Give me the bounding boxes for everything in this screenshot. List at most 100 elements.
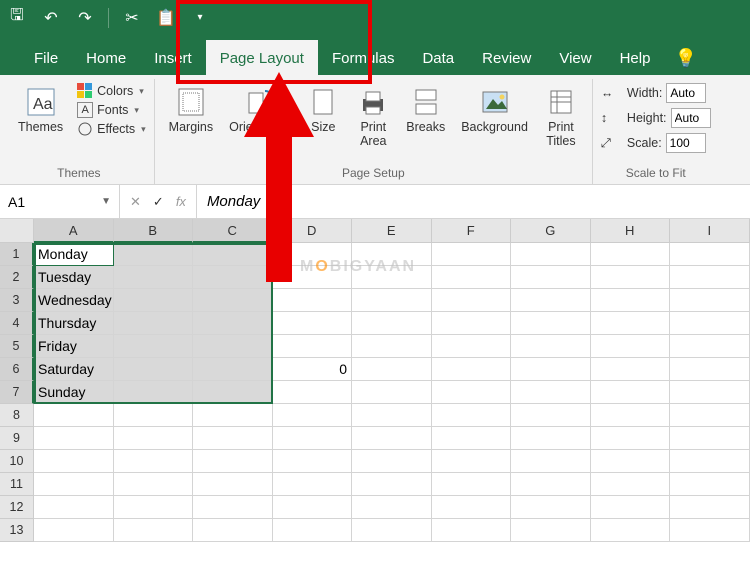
- cell[interactable]: [273, 312, 353, 335]
- row-header[interactable]: 2: [0, 266, 34, 289]
- cell[interactable]: [432, 450, 512, 473]
- cell[interactable]: [670, 243, 750, 266]
- row-header[interactable]: 7: [0, 381, 34, 404]
- cell[interactable]: [670, 450, 750, 473]
- cell[interactable]: [511, 335, 591, 358]
- cell[interactable]: [670, 289, 750, 312]
- tab-page-layout[interactable]: Page Layout: [206, 40, 318, 75]
- column-header[interactable]: E: [352, 219, 432, 243]
- cell[interactable]: [670, 335, 750, 358]
- tab-data[interactable]: Data: [408, 40, 468, 75]
- cell[interactable]: [352, 450, 432, 473]
- column-header[interactable]: H: [591, 219, 671, 243]
- tab-help[interactable]: Help: [606, 40, 665, 75]
- cell[interactable]: [352, 381, 432, 404]
- themes-button[interactable]: Aa Themes: [12, 83, 69, 137]
- cell[interactable]: Friday: [34, 335, 114, 358]
- name-box[interactable]: A1 ▼: [0, 185, 120, 218]
- orientation-button[interactable]: Orientation: [223, 83, 296, 137]
- undo-icon[interactable]: ↶: [40, 7, 62, 29]
- cell[interactable]: [591, 266, 671, 289]
- cell[interactable]: [34, 404, 114, 427]
- cell[interactable]: [273, 519, 353, 542]
- size-button[interactable]: Size: [300, 83, 346, 137]
- redo-icon[interactable]: ↷: [74, 7, 96, 29]
- cell[interactable]: [114, 312, 194, 335]
- cell[interactable]: [352, 404, 432, 427]
- customize-qat-icon[interactable]: ▾: [189, 7, 211, 29]
- cell[interactable]: [432, 427, 512, 450]
- cell[interactable]: [591, 404, 671, 427]
- cell[interactable]: [34, 427, 114, 450]
- cell[interactable]: Sunday: [34, 381, 114, 404]
- cell[interactable]: [352, 335, 432, 358]
- scale-input[interactable]: [666, 133, 706, 153]
- cell[interactable]: [670, 404, 750, 427]
- cell[interactable]: [193, 404, 273, 427]
- cell[interactable]: [193, 312, 273, 335]
- cell[interactable]: [432, 473, 512, 496]
- row-header[interactable]: 8: [0, 404, 34, 427]
- cell[interactable]: [591, 473, 671, 496]
- cell[interactable]: [273, 473, 353, 496]
- cell[interactable]: [114, 473, 194, 496]
- cell[interactable]: 0: [273, 358, 353, 381]
- column-header[interactable]: C: [193, 219, 273, 243]
- cell[interactable]: [114, 243, 194, 266]
- cell[interactable]: [273, 496, 353, 519]
- cell[interactable]: [114, 335, 194, 358]
- cell[interactable]: [273, 404, 353, 427]
- cell[interactable]: [591, 427, 671, 450]
- cell[interactable]: Saturday: [34, 358, 114, 381]
- cell[interactable]: [193, 519, 273, 542]
- cell[interactable]: [34, 519, 114, 542]
- enter-icon[interactable]: ✓: [153, 194, 164, 210]
- column-header[interactable]: I: [670, 219, 750, 243]
- cell[interactable]: [511, 519, 591, 542]
- cell[interactable]: [273, 381, 353, 404]
- cell[interactable]: [432, 312, 512, 335]
- formula-bar[interactable]: Monday: [197, 185, 750, 218]
- cell[interactable]: [591, 519, 671, 542]
- cell[interactable]: [273, 450, 353, 473]
- print-area-button[interactable]: Print Area: [350, 83, 396, 151]
- cell[interactable]: Wednesday: [34, 289, 114, 312]
- cell[interactable]: [352, 358, 432, 381]
- cell[interactable]: [193, 450, 273, 473]
- cell[interactable]: [670, 496, 750, 519]
- row-header[interactable]: 12: [0, 496, 34, 519]
- cell[interactable]: [273, 335, 353, 358]
- height-input[interactable]: [671, 108, 711, 128]
- cell[interactable]: [511, 312, 591, 335]
- tab-file[interactable]: File: [20, 40, 72, 75]
- select-all-corner[interactable]: [0, 219, 34, 243]
- cell[interactable]: Tuesday: [34, 266, 114, 289]
- cell[interactable]: [193, 473, 273, 496]
- cell[interactable]: [432, 358, 512, 381]
- cell[interactable]: [591, 312, 671, 335]
- row-header[interactable]: 1: [0, 243, 34, 266]
- cell[interactable]: [511, 450, 591, 473]
- cell[interactable]: [670, 358, 750, 381]
- cell[interactable]: [193, 266, 273, 289]
- cell[interactable]: [193, 381, 273, 404]
- cancel-icon[interactable]: ✕: [130, 194, 141, 210]
- paste-icon[interactable]: 📋: [155, 7, 177, 29]
- cell[interactable]: [114, 266, 194, 289]
- cell[interactable]: [670, 381, 750, 404]
- margins-button[interactable]: Margins: [163, 83, 219, 137]
- tab-view[interactable]: View: [545, 40, 605, 75]
- cell[interactable]: [591, 335, 671, 358]
- column-header[interactable]: B: [114, 219, 194, 243]
- cell[interactable]: [511, 427, 591, 450]
- cell[interactable]: [432, 496, 512, 519]
- cell[interactable]: [352, 473, 432, 496]
- row-header[interactable]: 10: [0, 450, 34, 473]
- row-header[interactable]: 5: [0, 335, 34, 358]
- cell[interactable]: [511, 243, 591, 266]
- cell[interactable]: [511, 496, 591, 519]
- print-titles-button[interactable]: Print Titles: [538, 83, 584, 151]
- background-button[interactable]: Background: [455, 83, 534, 137]
- tab-review[interactable]: Review: [468, 40, 545, 75]
- cell[interactable]: [432, 266, 512, 289]
